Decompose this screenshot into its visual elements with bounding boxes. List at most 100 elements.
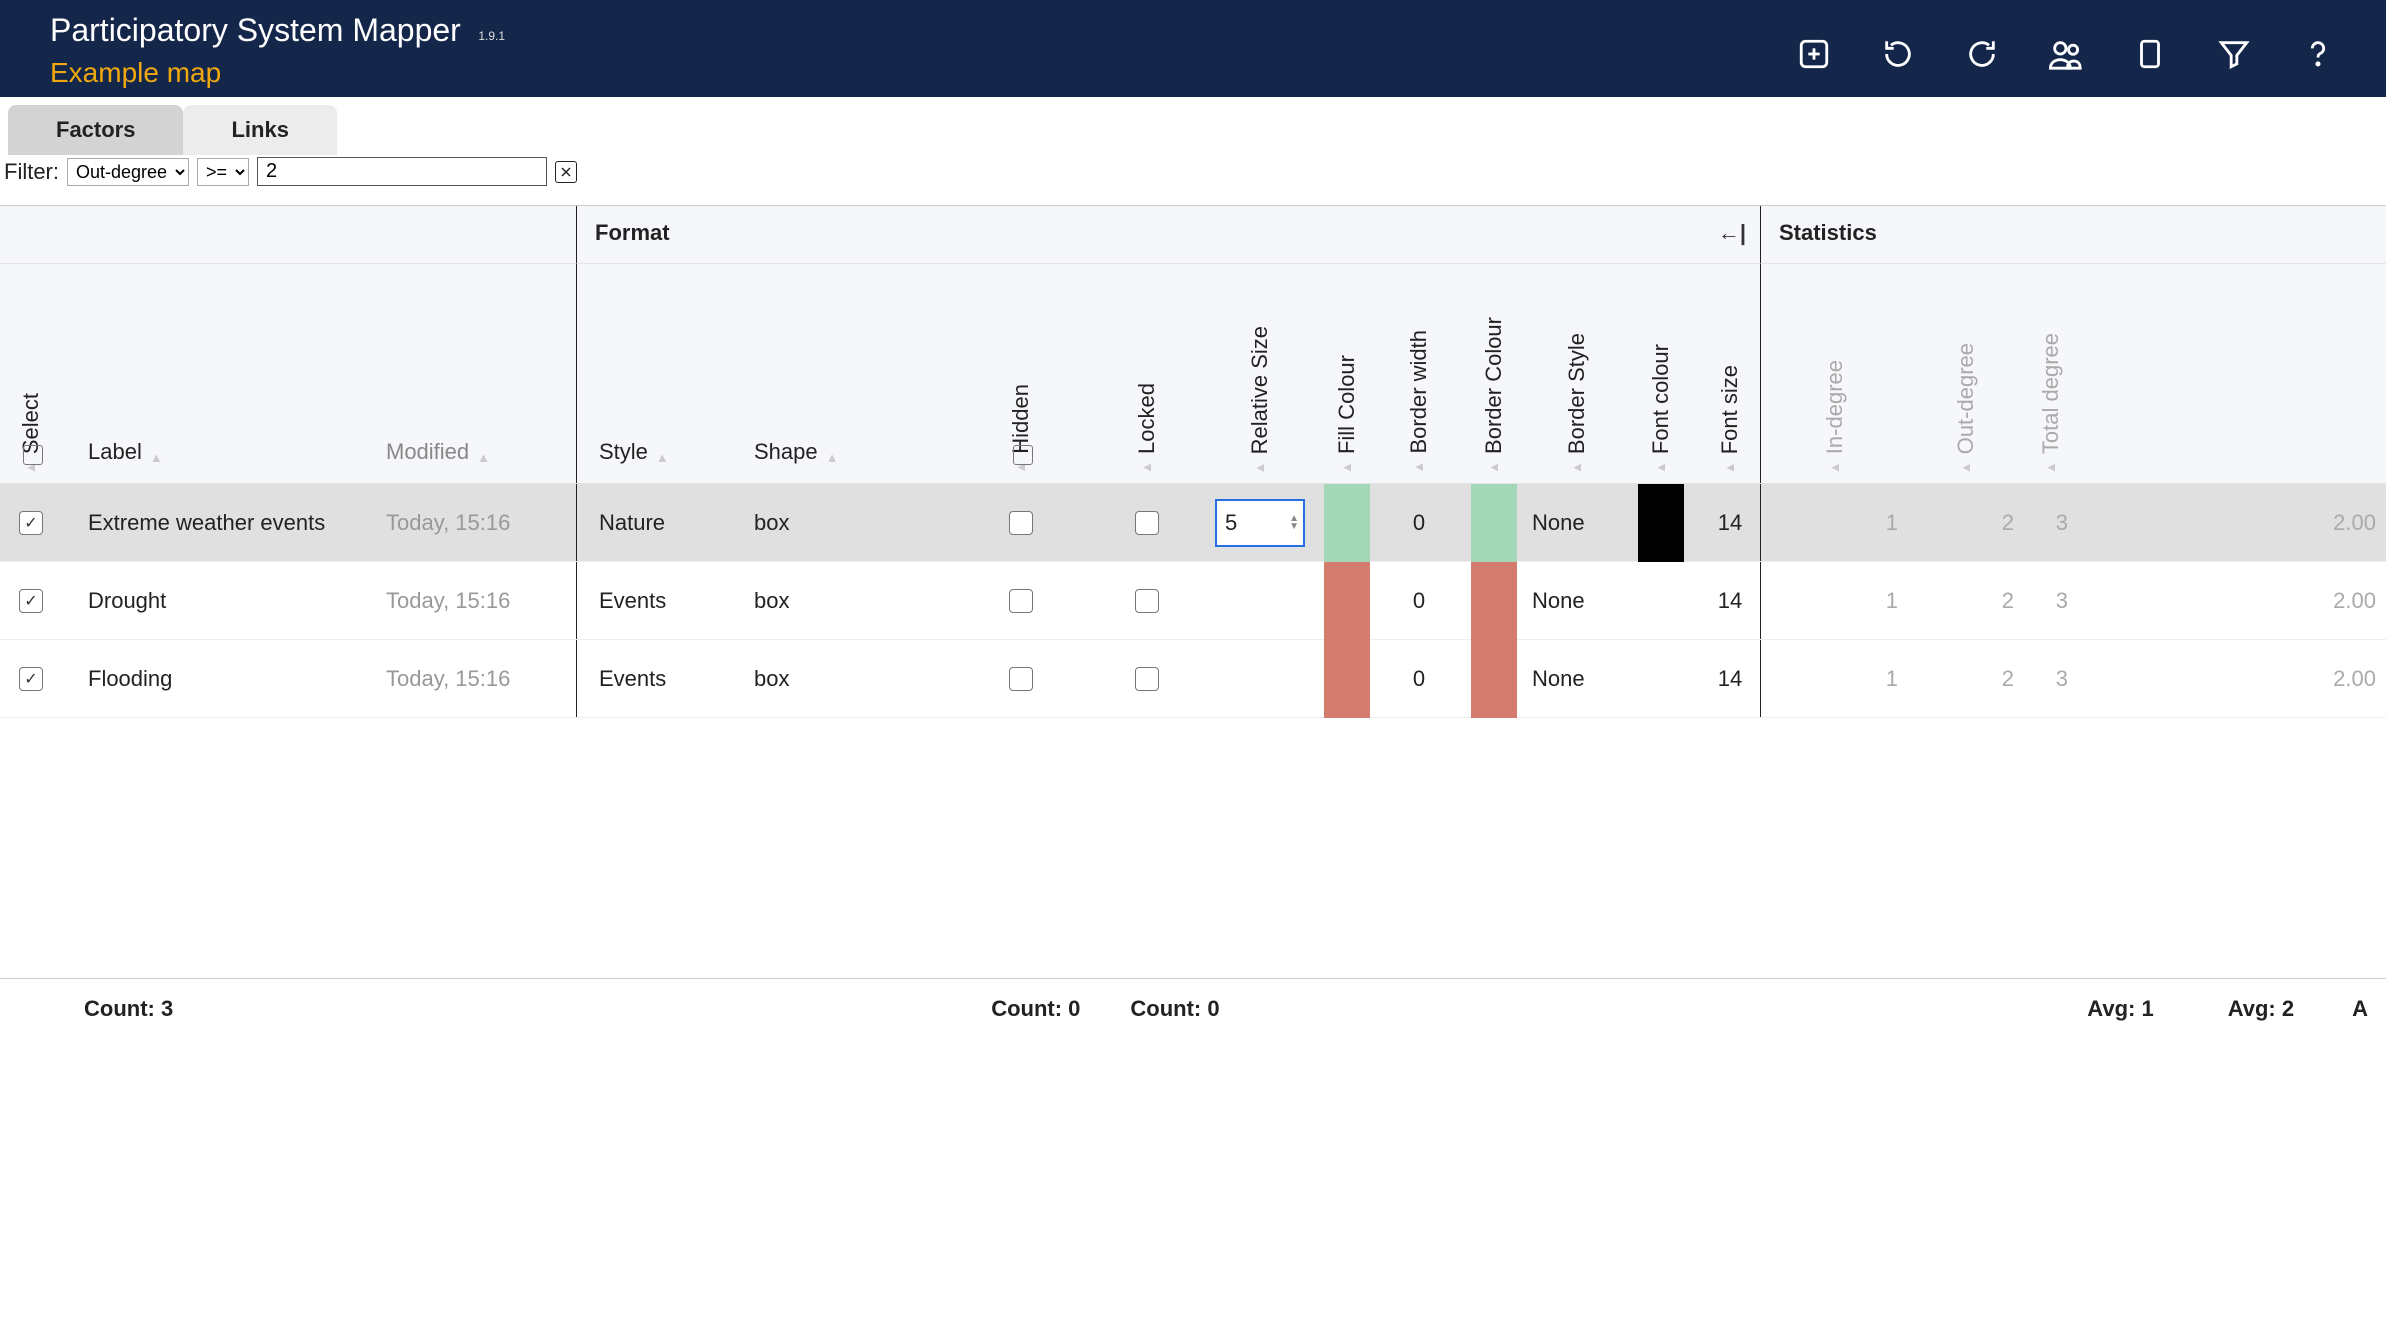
col-modified[interactable]: Modified▲	[386, 264, 576, 483]
cell-label[interactable]: Drought	[62, 562, 386, 639]
cell-border-width[interactable]: 0	[1382, 640, 1456, 717]
col-border-colour[interactable]: ▲Border Colour	[1456, 264, 1532, 483]
cell-relative-size[interactable]	[1208, 640, 1312, 717]
footer-avg-indegree: Avg: 1	[2073, 996, 2167, 1022]
cell-border-colour[interactable]	[1456, 562, 1532, 639]
cell-extra: 2.00	[2078, 562, 2386, 639]
cell-relative-size[interactable]: 5▲▼	[1208, 484, 1312, 561]
cell-out-degree: 2	[1908, 562, 2024, 639]
filter-operator-select[interactable]: >=	[197, 158, 249, 186]
cell-font-colour[interactable]	[1622, 484, 1700, 561]
table-row[interactable]: DroughtToday, 15:16Eventsbox0None141232.…	[0, 562, 2386, 640]
cell-fill-colour[interactable]	[1312, 562, 1382, 639]
cell-in-degree: 1	[1760, 640, 1908, 717]
cell-font-colour[interactable]	[1622, 562, 1700, 639]
section-headers: Format ←| Statistics	[0, 206, 2386, 264]
table-row[interactable]: Extreme weather eventsToday, 15:16Nature…	[0, 484, 2386, 562]
cell-in-degree: 1	[1760, 484, 1908, 561]
cell-label[interactable]: Flooding	[62, 640, 386, 717]
row-select-checkbox[interactable]	[19, 667, 43, 691]
tabs: Factors Links	[8, 105, 2386, 155]
col-font-size[interactable]: ▲Font size	[1700, 264, 1760, 483]
cell-total-degree: 3	[2024, 562, 2078, 639]
cell-fill-colour[interactable]	[1312, 484, 1382, 561]
col-fill-colour[interactable]: ▲Fill Colour	[1312, 264, 1382, 483]
cell-border-style[interactable]: None	[1532, 484, 1622, 561]
col-border-width[interactable]: ▲Border width	[1382, 264, 1456, 483]
row-select-checkbox[interactable]	[19, 589, 43, 613]
filter-icon[interactable]	[2214, 34, 2254, 74]
footer-count-hidden: Count: 0	[977, 996, 1094, 1022]
people-icon[interactable]	[2046, 34, 2086, 74]
cell-hidden-checkbox[interactable]	[1009, 667, 1033, 691]
cell-locked-checkbox[interactable]	[1135, 511, 1159, 535]
cell-fill-colour[interactable]	[1312, 640, 1382, 717]
filter-bar: Filter: Out-degree >=	[0, 155, 2386, 188]
footer-count-locked: Count: 0	[1116, 996, 1233, 1022]
filter-label: Filter:	[4, 159, 59, 185]
table-row[interactable]: FloodingToday, 15:16Eventsbox0None141232…	[0, 640, 2386, 718]
cell-border-style[interactable]: None	[1532, 562, 1622, 639]
col-label[interactable]: Label▲	[62, 264, 386, 483]
cell-hidden-checkbox[interactable]	[1009, 511, 1033, 535]
cell-border-style[interactable]: None	[1532, 640, 1622, 717]
add-icon[interactable]	[1794, 34, 1834, 74]
col-border-style[interactable]: ▲Border Style	[1532, 264, 1622, 483]
tab-factors[interactable]: Factors	[8, 105, 183, 155]
cell-locked-checkbox[interactable]	[1135, 589, 1159, 613]
col-out-degree[interactable]: ▲Out-degree	[1908, 264, 2024, 483]
cell-modified: Today, 15:16	[386, 484, 576, 561]
filter-value-input[interactable]	[257, 157, 547, 186]
cell-border-width[interactable]: 0	[1382, 562, 1456, 639]
cell-style[interactable]: Events	[576, 640, 754, 717]
cell-font-size[interactable]: 14	[1700, 484, 1760, 561]
cell-border-colour[interactable]	[1456, 484, 1532, 561]
col-font-colour[interactable]: ▲Font colour	[1622, 264, 1700, 483]
cell-style[interactable]: Nature	[576, 484, 754, 561]
cell-modified: Today, 15:16	[386, 562, 576, 639]
cell-border-colour[interactable]	[1456, 640, 1532, 717]
col-total-degree[interactable]: ▲Total degree	[2024, 264, 2078, 483]
copy-icon[interactable]	[2130, 34, 2170, 74]
cell-font-size[interactable]: 14	[1700, 562, 1760, 639]
cell-hidden-checkbox[interactable]	[1009, 589, 1033, 613]
redo-icon[interactable]	[1962, 34, 2002, 74]
cell-label[interactable]: Extreme weather events	[62, 484, 386, 561]
col-shape[interactable]: Shape▲	[754, 264, 956, 483]
cell-style[interactable]: Events	[576, 562, 754, 639]
cell-shape[interactable]: box	[754, 562, 956, 639]
cell-out-degree: 2	[1908, 484, 2024, 561]
col-hidden[interactable]: ▲Hidden	[956, 264, 1086, 483]
select-all-checkbox[interactable]	[23, 445, 43, 465]
undo-icon[interactable]	[1878, 34, 1918, 74]
tab-links[interactable]: Links	[183, 105, 336, 155]
hidden-all-checkbox[interactable]	[1013, 445, 1033, 465]
cell-relative-size[interactable]	[1208, 562, 1312, 639]
data-grid: Format ←| Statistics ▲Select Label▲ Modi…	[0, 206, 2386, 718]
footer-avg-outdegree: Avg: 2	[2214, 996, 2308, 1022]
cell-shape[interactable]: box	[754, 484, 956, 561]
col-in-degree[interactable]: ▲In-degree	[1760, 264, 1908, 483]
cell-out-degree: 2	[1908, 640, 2024, 717]
row-select-checkbox[interactable]	[19, 511, 43, 535]
cell-extra: 2.00	[2078, 640, 2386, 717]
app-title: Participatory System Mapper	[50, 12, 461, 49]
cell-border-width[interactable]: 0	[1382, 484, 1456, 561]
column-headers: ▲Select Label▲ Modified▲ Style▲ Shape▲ ▲…	[0, 264, 2386, 484]
clear-filter-button[interactable]	[555, 161, 577, 183]
cell-shape[interactable]: box	[754, 640, 956, 717]
cell-font-size[interactable]: 14	[1700, 640, 1760, 717]
cell-locked-checkbox[interactable]	[1135, 667, 1159, 691]
help-icon[interactable]	[2298, 34, 2338, 74]
filter-attribute-select[interactable]: Out-degree	[67, 158, 189, 186]
col-locked[interactable]: ▲Locked	[1086, 264, 1208, 483]
cell-font-colour[interactable]	[1622, 640, 1700, 717]
toolbar	[1794, 34, 2338, 74]
table-rows: Extreme weather eventsToday, 15:16Nature…	[0, 484, 2386, 718]
col-relative-size[interactable]: ▲Relative Size	[1208, 264, 1312, 483]
col-style[interactable]: Style▲	[576, 264, 754, 483]
footer-count-label: Count: 3	[70, 996, 187, 1022]
collapse-format-icon[interactable]: ←|	[1718, 220, 1746, 246]
cell-total-degree: 3	[2024, 640, 2078, 717]
col-select[interactable]: ▲Select	[0, 264, 62, 483]
